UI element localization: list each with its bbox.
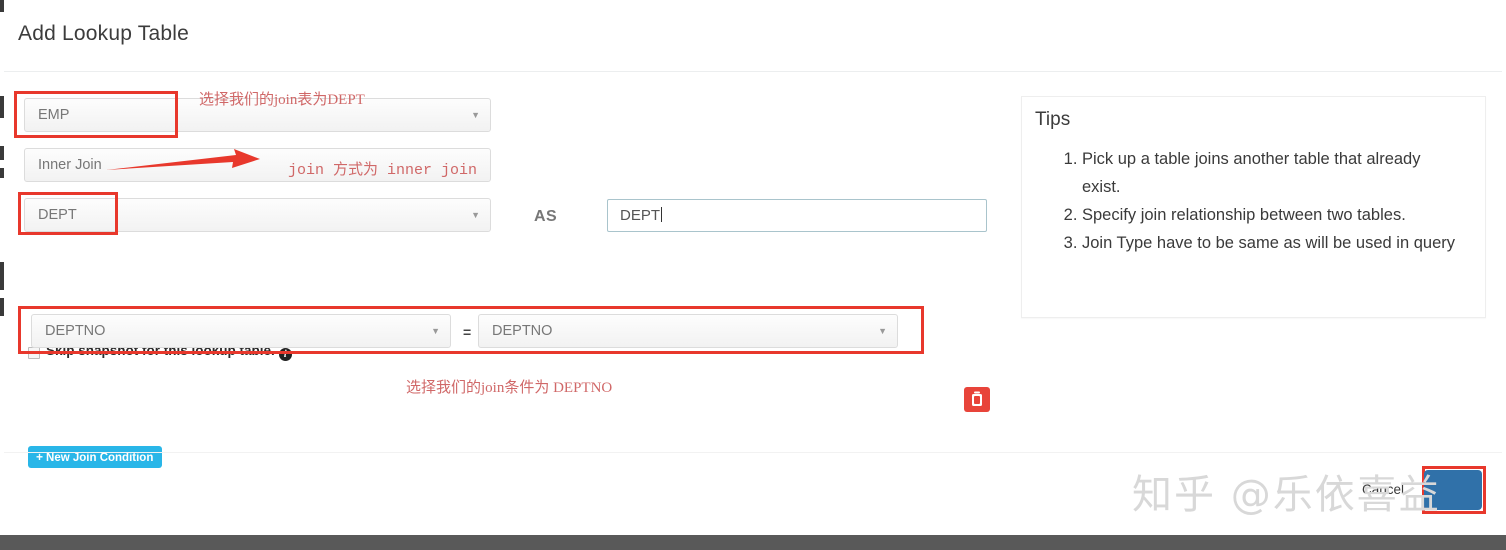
- join-condition-left-value: DEPTNO: [45, 323, 106, 339]
- list-item: Pick up a table joins another table that…: [1082, 145, 1460, 201]
- modal-header: Add Lookup Table: [4, 0, 1502, 72]
- modal-body: EMP ▼ Inner Join DEPT ▼ AS DEPT Skip sna…: [4, 72, 1502, 468]
- skip-snapshot-checkbox[interactable]: [28, 347, 40, 359]
- as-label: AS: [534, 208, 558, 225]
- annotation-note-jointype: join 方式为 inner join: [288, 162, 478, 179]
- text-cursor: [661, 207, 663, 222]
- watermark: 知乎 @乐依喜益: [1132, 472, 1441, 518]
- info-icon[interactable]: i: [278, 348, 292, 361]
- bottom-status-strip: [0, 535, 1506, 550]
- chevron-down-icon: ▼: [878, 326, 887, 336]
- join-condition-right-select[interactable]: DEPTNO ▼: [478, 314, 898, 348]
- add-lookup-table-modal: Add Lookup Table EMP ▼ Inner Join DEPT ▼…: [4, 0, 1502, 535]
- alias-input[interactable]: DEPT: [607, 199, 987, 232]
- lookup-table-select[interactable]: DEPT ▼: [24, 198, 491, 232]
- lookup-table-value: DEPT: [38, 207, 77, 223]
- page-title: Add Lookup Table: [18, 22, 189, 45]
- join-condition-left-select[interactable]: DEPTNO ▼: [31, 314, 451, 348]
- delete-join-condition-button[interactable]: [964, 387, 990, 412]
- annotation-note-table: 选择我们的join表为DEPT: [199, 92, 365, 108]
- list-item: Join Type have to be same as will be use…: [1082, 229, 1460, 257]
- annotation-arrow-icon: [106, 149, 260, 170]
- alias-input-value: DEPT: [620, 207, 661, 224]
- join-condition-right-value: DEPTNO: [492, 323, 553, 339]
- list-item: Specify join relationship between two ta…: [1082, 201, 1460, 229]
- tips-title: Tips: [1035, 109, 1071, 130]
- trash-icon: [972, 391, 982, 406]
- chevron-down-icon: ▼: [431, 326, 440, 336]
- join-type-value: Inner Join: [38, 157, 102, 173]
- screen-root: Add Lookup Table EMP ▼ Inner Join DEPT ▼…: [0, 0, 1506, 550]
- source-table-value: EMP: [38, 107, 70, 123]
- chevron-down-icon: ▼: [471, 110, 480, 120]
- annotation-note-condition: 选择我们的join条件为 DEPTNO: [406, 380, 613, 396]
- tips-list: Pick up a table joins another table that…: [1060, 145, 1460, 257]
- chevron-down-icon: ▼: [471, 210, 480, 220]
- tips-panel: Tips Pick up a table joins another table…: [1021, 96, 1486, 318]
- join-condition-operator: =: [463, 324, 472, 340]
